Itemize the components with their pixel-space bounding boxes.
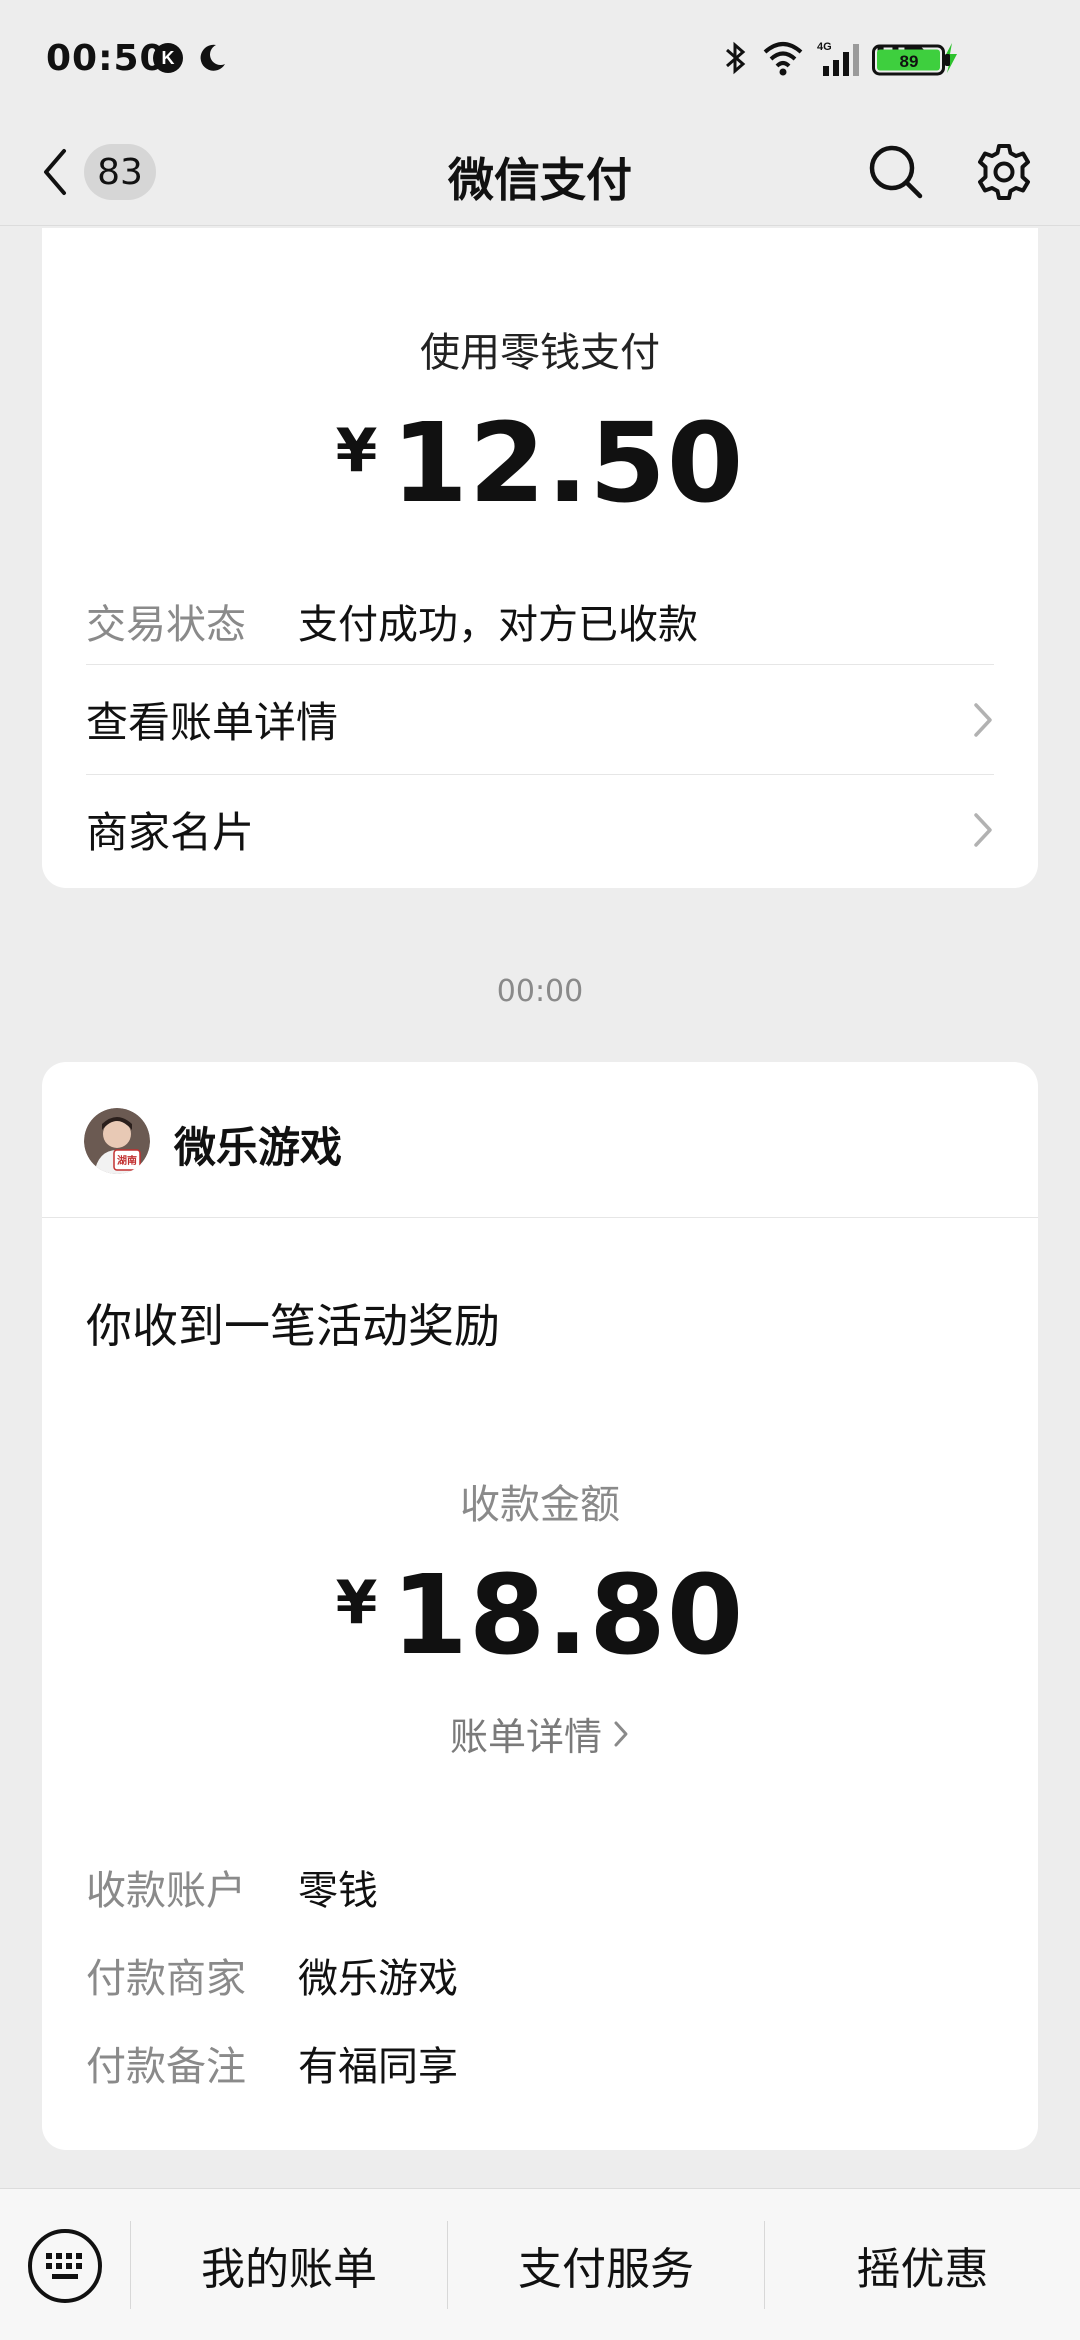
currency-symbol: ¥ — [335, 1568, 378, 1638]
payment-amount: ¥ 12.50 — [42, 399, 1038, 527]
svg-text:K: K — [162, 48, 175, 68]
merchant-header[interactable]: 湖南 微乐游戏 — [42, 1062, 1038, 1218]
svg-text:湖南: 湖南 — [117, 1154, 137, 1167]
bill-details-link[interactable]: 账单详情 — [42, 1706, 1038, 1761]
svg-text:4G: 4G — [817, 41, 832, 53]
view-bill-details-row[interactable]: 查看账单详情 — [86, 664, 994, 774]
chevron-right-icon — [614, 1721, 628, 1746]
payment-method: 使用零钱支付 — [420, 330, 660, 376]
detail-label: 付款备注 — [86, 2044, 246, 2090]
reward-notice: 你收到一笔活动奖励 — [86, 1299, 500, 1353]
chevron-right-icon — [974, 812, 992, 847]
search-icon[interactable] — [866, 142, 926, 202]
tab-payment-services[interactable]: 支付服务 — [448, 2219, 764, 2311]
detail-value: 零钱 — [298, 1868, 378, 1914]
merchant-name: 微乐游戏 — [174, 1123, 343, 1172]
detail-value: 微乐游戏 — [298, 1956, 458, 2002]
merchant-avatar-icon: 湖南 — [84, 1108, 150, 1174]
merchant-card-row[interactable]: 商家名片 — [86, 774, 994, 884]
k-app-icon: K — [153, 43, 183, 73]
svg-text:89: 89 — [900, 52, 919, 71]
currency-symbol: ¥ — [335, 416, 378, 486]
amount-value: 18.80 — [391, 1551, 745, 1679]
chevron-right-icon — [974, 702, 992, 737]
tab-my-bills[interactable]: 我的账单 — [131, 2219, 447, 2311]
reward-card: 湖南 微乐游戏 你收到一笔活动奖励 收款金额 ¥ 18.80 账单详情 收款账户… — [42, 1062, 1038, 2150]
row-label: 商家名片 — [86, 808, 255, 857]
row-label: 查看账单详情 — [86, 698, 339, 747]
detail-label: 收款账户 — [86, 1868, 246, 1914]
status-value: 支付成功，对方已收款 — [298, 602, 698, 648]
avatar[interactable]: 湖南 — [84, 1108, 150, 1174]
wifi-icon — [763, 42, 802, 76]
detail-label: 付款商家 — [86, 1956, 246, 2002]
received-amount-label: 收款金额 — [460, 1482, 620, 1528]
battery-icon: 89 — [872, 44, 950, 76]
bottom-menu-bar: 我的账单 支付服务 摇优惠 — [0, 2188, 1080, 2340]
payment-card: 使用零钱支付 ¥ 12.50 交易状态 支付成功，对方已收款 查看账单详情 商家… — [42, 228, 1038, 888]
detail-value: 有福同享 — [298, 2044, 458, 2090]
received-amount: ¥ 18.80 — [42, 1551, 1038, 1679]
bluetooth-icon — [725, 41, 745, 75]
status-label: 交易状态 — [86, 602, 246, 648]
nav-bar: 83 微信支付 — [0, 118, 1080, 226]
cellular-signal-icon: 4G — [817, 41, 859, 76]
status-bar: 00:50 K 4G HD 89 — [0, 0, 1080, 118]
timestamp: 00:00 — [496, 974, 584, 1009]
amount-value: 12.50 — [391, 399, 745, 527]
status-time: 00:50 — [46, 38, 166, 79]
tab-shake-deals[interactable]: 摇优惠 — [765, 2219, 1080, 2311]
gear-icon[interactable] — [974, 142, 1034, 202]
keyboard-icon[interactable] — [26, 2227, 104, 2305]
bill-details-label: 账单详情 — [449, 1715, 602, 1759]
moon-icon — [200, 44, 225, 71]
